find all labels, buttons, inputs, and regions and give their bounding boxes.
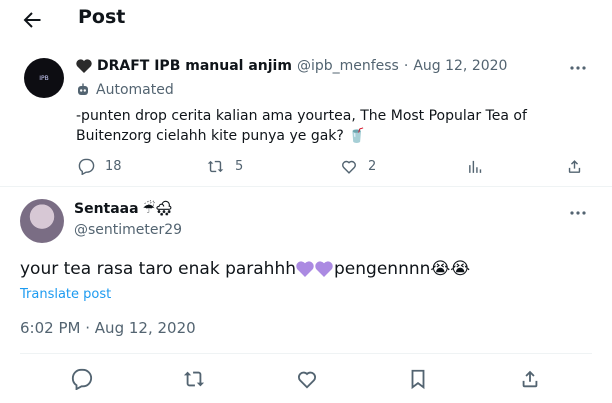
more-options-icon[interactable]	[568, 58, 588, 78]
reply-icon[interactable]	[71, 368, 93, 390]
views-button[interactable]	[467, 158, 484, 175]
repost-count: 5	[235, 159, 244, 174]
post-date: Aug 12, 2020	[94, 319, 196, 337]
bookmark-icon[interactable]	[407, 368, 429, 390]
separator: ·	[85, 319, 91, 337]
separator: ·	[403, 58, 409, 74]
author-name-row: Sentaaa ☔🌨	[74, 201, 173, 217]
avatar[interactable]: IPB	[24, 58, 64, 98]
automated-text: Automated	[96, 82, 174, 98]
more-options-icon[interactable]	[568, 203, 588, 223]
author-handle[interactable]: @ipb_menfess	[297, 58, 399, 74]
author-handle[interactable]: @sentimeter29	[74, 222, 182, 238]
avatar[interactable]	[20, 199, 64, 243]
avatar-logo-icon: IPB	[39, 74, 49, 82]
weather-emoji-icon: ☔🌨	[142, 201, 173, 217]
post-text: your tea rasa taro enak parahhh pengennn…	[20, 259, 470, 279]
post-timestamp[interactable]: 6:02 PM · Aug 12, 2020	[20, 319, 196, 337]
page-title: Post	[78, 6, 126, 28]
like-icon	[342, 160, 356, 174]
share-button[interactable]	[566, 158, 583, 175]
reply-button[interactable]: 18	[78, 158, 122, 175]
quoted-header: DRAFT IPB manual anjim @ipb_menfess · Au…	[76, 58, 507, 74]
reply-count: 18	[105, 159, 122, 174]
repost-button[interactable]: 5	[206, 158, 243, 175]
purple-heart-icon	[296, 261, 314, 277]
like-count: 2	[368, 159, 377, 174]
translate-post-link[interactable]: Translate post	[20, 287, 111, 302]
repost-icon	[207, 160, 224, 173]
analytics-icon	[469, 160, 482, 173]
reply-icon	[78, 158, 95, 175]
automated-label: Automated	[76, 82, 174, 98]
bot-icon	[78, 83, 88, 95]
like-button[interactable]: 2	[340, 158, 376, 175]
post-text-part: pengennnn	[334, 259, 431, 279]
crying-emoji-icon: 😭😭	[430, 259, 471, 279]
black-heart-icon	[76, 59, 92, 73]
divider	[0, 186, 612, 187]
post-text-part: your tea rasa taro enak parahhh	[20, 259, 297, 279]
post-date[interactable]: Aug 12, 2020	[413, 58, 507, 74]
like-icon[interactable]	[296, 368, 318, 390]
purple-heart-icon	[315, 261, 333, 277]
author-name[interactable]: Sentaaa	[74, 201, 139, 217]
back-arrow-icon[interactable]	[20, 8, 44, 32]
share-icon[interactable]	[519, 368, 541, 390]
quoted-text: -punten drop cerita kalian ama yourtea, …	[76, 108, 527, 144]
share-icon	[568, 160, 581, 173]
author-name[interactable]: DRAFT IPB manual anjim	[97, 58, 292, 74]
divider	[20, 353, 592, 354]
post-time: 6:02 PM	[20, 319, 81, 337]
repost-icon[interactable]	[183, 368, 205, 390]
